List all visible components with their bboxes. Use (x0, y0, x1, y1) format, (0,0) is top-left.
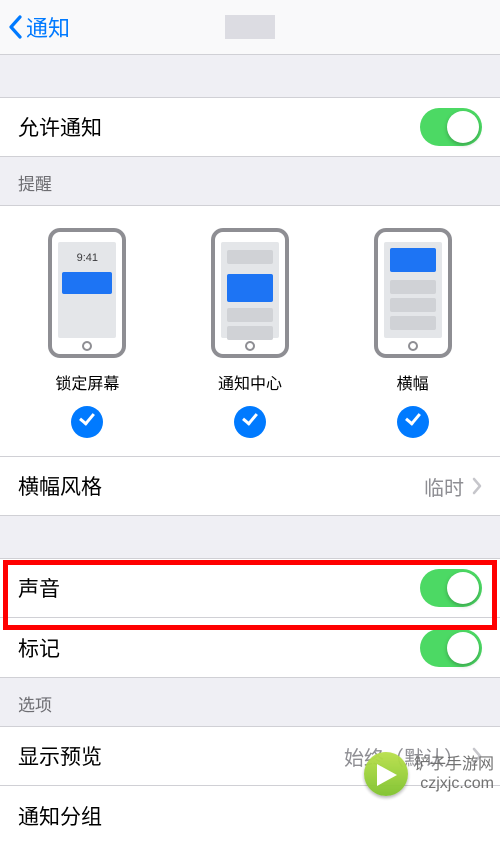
row-allow-notifications: 允许通知 (0, 97, 500, 157)
alert-option-center[interactable]: 通知中心 (211, 228, 289, 438)
check-icon (397, 406, 429, 438)
back-button[interactable]: 通知 (0, 11, 70, 43)
preview-label: 显示预览 (18, 741, 102, 771)
alert-caption-lock: 锁定屏幕 (55, 370, 119, 394)
chevron-left-icon (8, 15, 22, 39)
sound-label: 声音 (18, 573, 60, 603)
check-icon (234, 406, 266, 438)
row-sound: 声音 (0, 558, 500, 618)
badge-label: 标记 (18, 633, 60, 663)
grouping-label: 通知分组 (18, 801, 102, 831)
alert-style-panel: 9:41 锁定屏幕 通知中心 (0, 205, 500, 516)
phone-lock-icon: 9:41 (48, 228, 126, 358)
back-label: 通知 (26, 11, 70, 43)
alert-option-banner[interactable]: 横幅 (374, 228, 452, 438)
banner-style-value: 临时 (424, 472, 464, 501)
nav-header: 通知 (0, 0, 500, 55)
chevron-right-icon (472, 747, 482, 765)
phone-center-icon (211, 228, 289, 358)
check-icon (71, 406, 103, 438)
sound-toggle[interactable] (420, 569, 482, 607)
row-show-preview[interactable]: 显示预览 始终（默认） (0, 726, 500, 786)
allow-label: 允许通知 (18, 112, 102, 142)
row-banner-style[interactable]: 横幅风格 临时 (0, 456, 500, 516)
badge-toggle[interactable] (420, 629, 482, 667)
row-badge: 标记 (0, 618, 500, 678)
row-grouping[interactable]: 通知分组 (0, 786, 500, 846)
chevron-right-icon (472, 477, 482, 495)
section-header-options: 选项 (0, 678, 500, 726)
alert-option-lockscreen[interactable]: 9:41 锁定屏幕 (48, 228, 126, 438)
preview-value: 始终（默认） (344, 742, 464, 771)
allow-toggle[interactable] (420, 108, 482, 146)
alert-caption-center: 通知中心 (218, 370, 282, 394)
banner-style-label: 横幅风格 (18, 471, 102, 501)
alert-caption-banner: 横幅 (397, 370, 429, 394)
header-title-mask (225, 15, 275, 39)
phone-banner-icon (374, 228, 452, 358)
section-header-alerts: 提醒 (0, 157, 500, 205)
